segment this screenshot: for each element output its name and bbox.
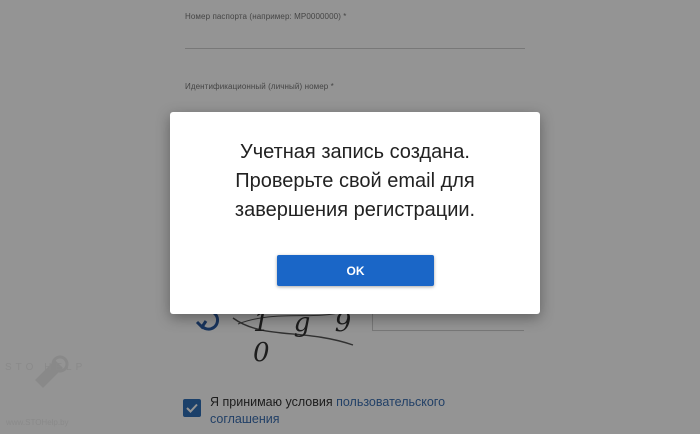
account-created-dialog: Учетная запись создана. Проверьте свой e… (170, 112, 540, 314)
dialog-message-line-1: Учетная запись создана. (240, 141, 470, 163)
dialog-message: Учетная запись создана. Проверьте свой e… (170, 138, 540, 225)
dialog-message-line-3: завершения регистрации. (234, 199, 476, 221)
dialog-message-line-2: Проверьте свой email для (235, 170, 475, 192)
ok-button[interactable]: OK (277, 255, 434, 286)
